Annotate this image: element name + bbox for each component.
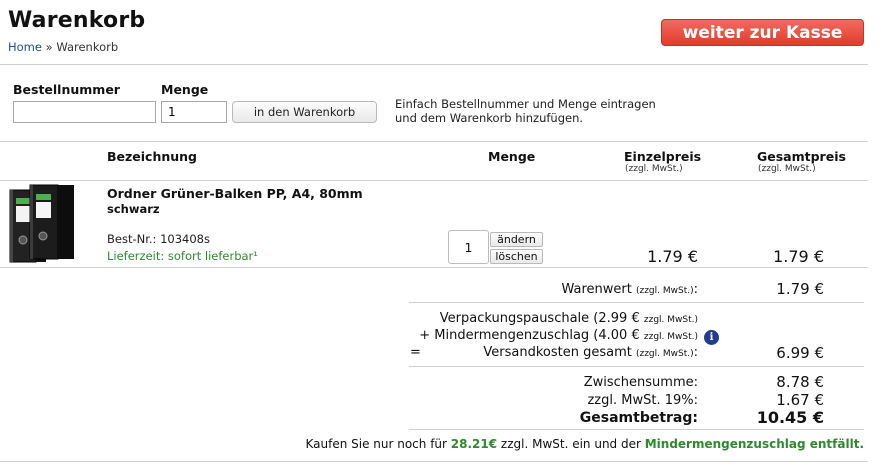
binder-product-image — [9, 184, 74, 263]
quantity-label: Menge — [161, 82, 209, 97]
product-sku: Best-Nr.: 103408s — [107, 232, 210, 246]
line-total-price: 1.79 € — [773, 247, 824, 266]
add-to-cart-button[interactable]: in den Warenkorb — [232, 101, 377, 123]
min-quantity-surcharge-line: + Mindermengenzuschlag (4.00 € zzgl. MwS… — [400, 328, 698, 343]
divider — [0, 461, 868, 462]
divider — [0, 180, 868, 181]
change-quantity-button[interactable]: ändern — [490, 232, 543, 247]
quantity-input[interactable] — [161, 101, 227, 123]
goods-value: 1.79 € — [776, 280, 824, 298]
delivery-status: Lieferzeit: sofort lieferbar¹ — [107, 249, 258, 263]
breadcrumb-separator: » — [41, 40, 57, 54]
unit-price: 1.79 € — [647, 247, 698, 266]
divider — [409, 302, 864, 303]
breadcrumb-home-link[interactable]: Home — [8, 40, 42, 54]
divider — [0, 141, 868, 142]
packaging-fee-line: Verpackungspauschale (2.99 € zzgl. MwSt.… — [400, 311, 698, 326]
goods-value-colon: : — [693, 282, 698, 297]
min-quantity-surcharge-vat-note: zzgl. MwSt.) — [643, 332, 698, 342]
grand-total-label: Gesamtbetrag: — [579, 410, 698, 426]
column-header-quantity: Menge — [488, 149, 536, 164]
shipping-total-value: 6.99 € — [776, 344, 824, 362]
divider — [409, 366, 864, 367]
breadcrumb-current: Warenkorb — [56, 40, 119, 54]
notice-amount: 28.21€ — [450, 437, 498, 451]
column-header-unit-price: Einzelpreis — [624, 149, 702, 164]
quick-add-hint-line1: Einfach Bestellnummer und Menge eintrage… — [395, 97, 656, 111]
column-header-total-price: Gesamtpreis — [757, 149, 846, 164]
subtotal-label: Zwischensumme: — [583, 375, 698, 390]
article-number-label: Bestellnummer — [13, 82, 120, 97]
shipping-total-colon: : — [693, 345, 698, 360]
unit-price-vat-note: (zzgl. MwSt.) — [625, 164, 683, 174]
breadcrumb: Home » Warenkorb — [8, 40, 118, 54]
quick-add-hint-line2: und dem Warenkorb hinzufügen. — [395, 111, 584, 125]
total-price-vat-note: (zzgl. MwSt.) — [758, 164, 816, 174]
delete-item-button[interactable]: löschen — [490, 249, 543, 264]
goods-value-text: Warenwert — [561, 282, 632, 297]
info-icon[interactable]: i — [704, 330, 719, 345]
vat-value: 1.67 € — [776, 391, 824, 409]
vat-label: zzgl. MwSt. 19%: — [587, 393, 698, 408]
min-quantity-notice: Kaufen Sie nur noch für 28.21€ zzgl. MwS… — [300, 437, 864, 451]
packaging-fee-text: Verpackungspauschale (2.99 € — [439, 311, 640, 326]
notice-text-middle: zzgl. MwSt. ein und der — [497, 437, 645, 451]
item-quantity-input[interactable]: 1 — [448, 230, 489, 264]
goods-value-label: Warenwert (zzgl. MwSt.): — [420, 282, 698, 297]
divider — [0, 267, 868, 268]
divider — [409, 429, 864, 430]
column-header-name: Bezeichnung — [107, 149, 197, 164]
shipping-total-label: Versandkosten gesamt (zzgl. MwSt.): — [400, 345, 698, 360]
packaging-fee-vat-note: zzgl. MwSt.) — [643, 315, 698, 325]
subtotal-value: 8.78 € — [776, 373, 824, 391]
product-name[interactable]: Ordner Grüner-Balken PP, A4, 80mm — [107, 186, 363, 201]
goods-value-vat-note: (zzgl. MwSt.) — [635, 286, 694, 296]
article-number-input[interactable] — [13, 101, 156, 123]
product-sku-value: 103408s — [160, 232, 210, 246]
checkout-button[interactable]: weiter zur Kasse — [661, 19, 864, 46]
shipping-total-vat-note: (zzgl. MwSt.) — [635, 349, 694, 359]
product-sku-label: Best-Nr.: — [107, 232, 157, 246]
product-variant: schwarz — [107, 202, 160, 216]
notice-text-start: Kaufen Sie nur noch für — [305, 437, 451, 451]
product-image[interactable] — [8, 182, 80, 264]
shipping-total-text: Versandkosten gesamt — [483, 345, 632, 360]
min-quantity-surcharge-text: + Mindermengenzuschlag (4.00 € — [419, 328, 640, 343]
notice-highlight: Mindermengenzuschlag entfällt. — [644, 437, 864, 451]
quick-add-hint: Einfach Bestellnummer und Menge eintrage… — [395, 97, 656, 125]
page-title: Warenkorb — [8, 8, 146, 33]
grand-total-value: 10.45 € — [756, 408, 824, 427]
divider — [0, 64, 868, 65]
